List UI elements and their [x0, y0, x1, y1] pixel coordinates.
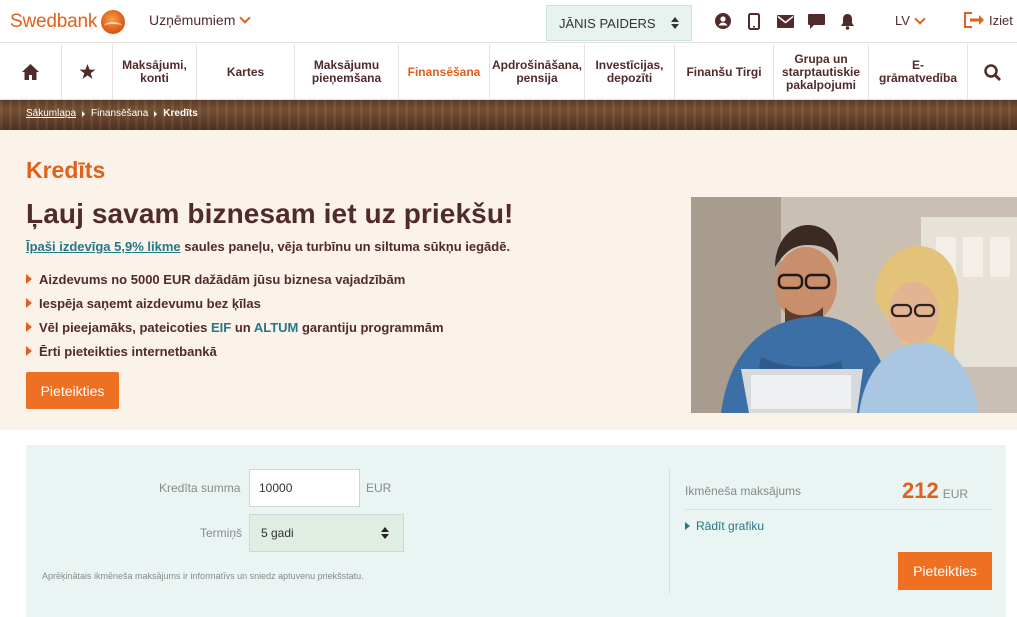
chat-icon[interactable]	[807, 12, 825, 30]
altum-link[interactable]: ALTUM	[254, 320, 299, 335]
feature-item: Vēl pieejamāks, pateicoties EIF un ALTUM…	[26, 315, 444, 339]
nav-search[interactable]	[968, 44, 1017, 100]
utility-icons	[714, 12, 869, 30]
promo-rate-link[interactable]: Īpaši izdevīga 5,9% likme	[26, 239, 181, 254]
term-value: 5 gadi	[261, 526, 294, 540]
bullet-arrow-icon	[26, 322, 32, 332]
eif-link[interactable]: EIF	[211, 320, 231, 335]
feature-text: Vēl pieejamāks, pateicoties EIF un ALTUM…	[39, 319, 444, 335]
swedbank-logo[interactable]: Swedbank	[10, 10, 126, 34]
nav-item-financial-markets[interactable]: Finanšu Tirgi	[675, 44, 774, 100]
mobile-icon[interactable]	[745, 12, 763, 30]
promo-rest: saules paneļu, vēja turbīnu un siltuma s…	[180, 239, 511, 254]
bell-icon[interactable]	[838, 12, 856, 30]
caret-right-icon	[685, 522, 690, 530]
mail-icon[interactable]	[776, 12, 794, 30]
calculator-divider	[669, 468, 670, 594]
feature-text: Iespēja saņemt aizdevumu bez ķīlas	[39, 295, 261, 311]
breadcrumb-separator-icon	[82, 110, 86, 117]
nav-item-cards[interactable]: Kartes	[197, 44, 295, 100]
nav-item-payment-acceptance[interactable]: Maksājumu pieņemšana	[295, 44, 399, 100]
amount-input[interactable]	[249, 469, 360, 507]
logout-label: Iziet	[989, 12, 1013, 28]
hero-headline: Ļauj savam biznesam iet uz priekšu!	[26, 198, 514, 229]
promo-text: Īpaši izdevīga 5,9% likme saules paneļu,…	[26, 239, 510, 254]
chevron-down-icon	[914, 12, 926, 25]
select-arrows-icon	[381, 527, 389, 539]
amount-currency: EUR	[366, 481, 392, 495]
language-dropdown[interactable]: LV	[895, 12, 926, 28]
logout-button[interactable]: Iziet	[963, 11, 1013, 29]
bullet-arrow-icon	[26, 274, 32, 284]
feature-text: Ērti pieteikties internetbankā	[39, 343, 217, 359]
bullet-arrow-icon	[26, 298, 32, 308]
top-bar: Swedbank Uzņēmumiem JĀNIS PAIDERS LV Izi…	[0, 0, 1017, 43]
calculator-apply-button[interactable]: Pieteikties	[898, 552, 992, 590]
breadcrumb: Sākumlapa Finansēšana Kredīts	[26, 108, 198, 119]
feature-list: Aizdevums no 5000 EUR dažādām jūsu bizne…	[26, 267, 444, 363]
nav-item-payments-accounts[interactable]: Maksājumi, konti	[113, 44, 197, 100]
term-select[interactable]: 5 gadi	[249, 514, 404, 552]
search-icon	[984, 63, 1001, 81]
nav-item-investments-deposits[interactable]: Investīcijas, depozīti	[585, 44, 675, 100]
feature-item: Aizdevums no 5000 EUR dažādām jūsu bizne…	[26, 267, 444, 291]
monthly-payment-amount: 212 EUR	[902, 478, 968, 504]
result-divider	[685, 509, 992, 510]
term-label: Termiņš	[200, 526, 243, 540]
nav-home[interactable]	[0, 44, 62, 100]
loan-calculator	[26, 445, 1006, 617]
feature-item: Iespēja saņemt aizdevumu bez ķīlas	[26, 291, 444, 315]
feature-item: Ērti pieteikties internetbankā	[26, 339, 444, 363]
monthly-payment-value: 212	[902, 478, 939, 503]
logout-icon	[964, 12, 984, 28]
segment-label: Uzņēmumiem	[149, 12, 236, 28]
nav-favorites[interactable]	[62, 44, 113, 100]
amount-label: Kredīta summa	[159, 481, 241, 495]
bullet-arrow-icon	[26, 346, 32, 356]
nav-item-group-international[interactable]: Grupa un starptautiskie pakalpojumi	[774, 44, 869, 100]
hero-section: Kredīts Ļauj savam biznesam iet uz priek…	[0, 130, 1017, 430]
monthly-payment-currency: EUR	[942, 487, 969, 501]
page-title: Kredīts	[26, 157, 106, 183]
breadcrumb-home[interactable]: Sākumlapa	[26, 108, 76, 119]
chevron-down-icon	[239, 12, 252, 24]
calculator-disclaimer: Aprēķinātais ikmēneša maksājums ir infor…	[42, 571, 364, 581]
feature-text: Aizdevums no 5000 EUR dažādām jūsu bizne…	[39, 271, 406, 287]
business-people-illustration	[691, 197, 1017, 413]
user-select[interactable]: JĀNIS PAIDERS	[546, 5, 692, 41]
language-label: LV	[895, 13, 910, 28]
show-schedule-toggle[interactable]: Rādīt grafiku	[685, 519, 764, 533]
star-icon	[79, 64, 95, 79]
breadcrumb-separator-icon	[154, 110, 158, 117]
breadcrumb-financing[interactable]: Finansēšana	[91, 108, 148, 119]
monthly-payment-label: Ikmēneša maksājums	[685, 484, 802, 498]
show-schedule-label: Rādīt grafiku	[696, 519, 765, 533]
nav-item-e-accounting[interactable]: E-grāmatvedība	[869, 44, 968, 100]
user-name: JĀNIS PAIDERS	[559, 15, 656, 31]
nav-item-financing[interactable]: Finansēšana	[399, 44, 490, 100]
breadcrumb-banner: Sākumlapa Finansēšana Kredīts	[0, 100, 1017, 130]
nav-item-insurance-pension[interactable]: Apdrošināšana, pensija	[490, 44, 585, 100]
select-arrows-icon	[671, 16, 679, 30]
brand-name: Swedbank	[10, 11, 98, 32]
main-navigation: Maksājumi, konti Kartes Maksājumu pieņem…	[0, 44, 1017, 100]
sun-logo-icon	[101, 10, 126, 34]
segment-dropdown[interactable]: Uzņēmumiem	[149, 12, 252, 28]
user-icon[interactable]	[714, 12, 732, 30]
hero-apply-button[interactable]: Pieteikties	[26, 372, 119, 409]
breadcrumb-current: Kredīts	[163, 108, 198, 119]
hero-photo	[691, 197, 1017, 413]
home-icon	[22, 64, 39, 80]
